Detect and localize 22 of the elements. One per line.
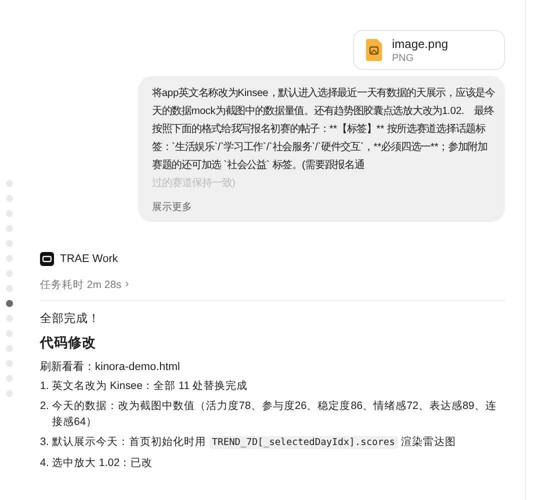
attachment-card[interactable]: image.png PNG [353,30,505,70]
timeline-dot[interactable] [6,300,12,307]
file-type: PNG [392,52,415,64]
expand-chevron[interactable]: › [125,278,129,292]
list-item-text: 英文名改为 Kinsee：全部 11 处替换完成 [52,379,248,394]
status-text: 全部完成！ [40,311,101,326]
section-heading: 代码修改 [40,334,97,352]
list-number: 2. [40,399,49,414]
list-item-text: 默认展示今天：首页初始化时用 TREND_7D[_selectedDayIdx].scores 渲染雷达图 [52,435,456,451]
list-number: 4. [40,456,49,471]
list-number: 1. [40,379,49,394]
agent-logo-icon [40,252,54,266]
list-item-text: 今天的数据：改为截图中数值（活力度78、参与度26、稳定度86、情绪感72、表达感89、连接感64） [52,399,498,430]
show-more-link[interactable]: 展示更多 [152,200,192,214]
image-file-icon [366,39,382,61]
list-item-text: 选中放大 1.02：已改 [52,456,153,471]
message-text: 将app英文名称改为Kinsee，默认进入选择最近一天有数据的天展示，应该是今天的数据mock为截图中的数据量值。还有趋势图胶囊点选放大改为1.02. 最终按照下面的格式给我写报名初赛的帖子：**【标签】** 按所选赛道选择话题标签：`生活娱乐`/`学习工作`/`社会服务`/`硬件交互`，**必须四选一**；参加附加赛题的还可加选 `社会公益` 标签。(需要跟报名通 [152,86,495,173]
refresh-text: 刷新看看：kinora-demo.html [40,360,181,374]
agent-name: TRAE Work [60,253,118,265]
task-duration: 任务耗时 2m 28s [40,278,122,292]
file-name: image.png [392,36,448,50]
list-number: 3. [40,435,49,450]
